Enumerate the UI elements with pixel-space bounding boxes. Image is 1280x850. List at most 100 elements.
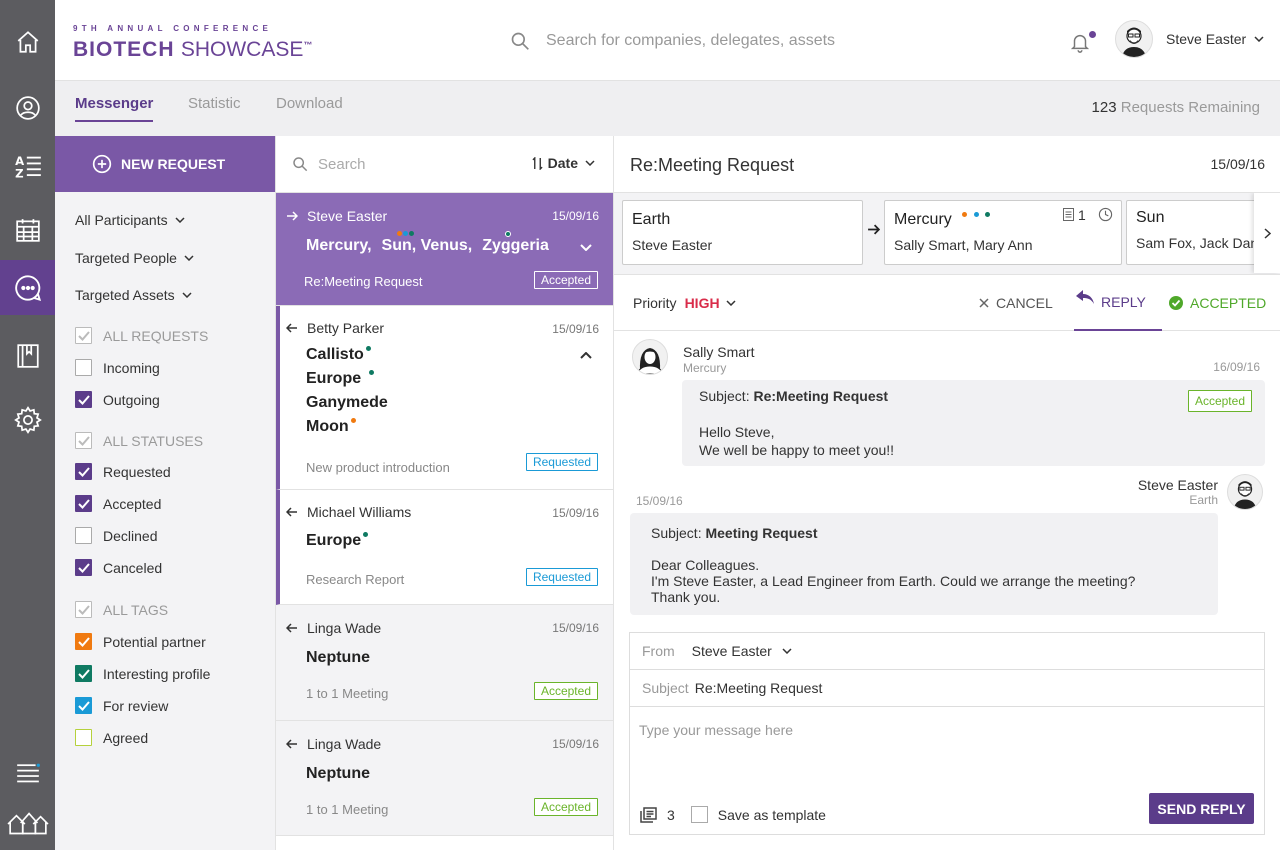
from-row[interactable]: From Steve Easter <box>630 633 1264 670</box>
detail-actions: Priority HIGH CANCEL REPLY ACCEPTED <box>614 275 1280 331</box>
reply-button[interactable]: REPLY <box>1074 275 1162 331</box>
tab-messenger[interactable]: Messenger <box>75 95 154 122</box>
list-item[interactable]: Linga Wade 15/09/16 Neptune 1 to 1 Meeti… <box>276 605 613 721</box>
potential-partner-checkbox[interactable]: Potential partner <box>75 633 206 650</box>
search-icon <box>511 32 529 50</box>
list-item-selected[interactable]: Steve Easter 15/09/16 Mercury, Sun, Venus… <box>276 193 613 306</box>
list-menu-icon[interactable] <box>0 745 55 800</box>
all-participants-dropdown[interactable]: All Participants <box>75 212 185 228</box>
a-z-icon[interactable]: AZ <box>0 138 55 193</box>
all-participants-label: All Participants <box>75 212 168 228</box>
new-request-label: NEW REQUEST <box>121 156 226 172</box>
route-name: Earth <box>632 211 671 228</box>
route-scroll-right[interactable] <box>1254 193 1280 273</box>
list-search[interactable]: Search Date <box>276 136 613 193</box>
book-icon[interactable] <box>0 328 55 383</box>
calendar-icon[interactable] <box>0 202 55 257</box>
route-name: Mercury <box>894 211 952 228</box>
save-template-checkbox[interactable] <box>690 806 708 823</box>
global-search[interactable]: Search for companies, delegates, assets <box>510 29 930 53</box>
checkbox-label: ALL REQUESTS <box>103 327 209 344</box>
home-icon[interactable] <box>0 14 55 69</box>
sort-label: Date <box>547 155 578 171</box>
planet-list: Europe <box>306 532 369 556</box>
list-item[interactable]: Betty Parker 15/09/16 Callisto Europe Ga… <box>276 306 613 490</box>
messenger-icon[interactable] <box>0 260 55 315</box>
item-subject: New product introduction <box>306 460 450 475</box>
send-reply-button[interactable]: SEND REPLY <box>1149 793 1254 824</box>
user-avatar <box>1115 20 1153 58</box>
checkbox-box <box>75 527 92 544</box>
route-name: Sun <box>1136 209 1165 226</box>
attachment-count: 3 <box>667 806 675 823</box>
main-tabs: Messenger Statistic Download 123 Request… <box>55 81 1280 136</box>
outgoing-checkbox[interactable]: Outgoing <box>75 391 160 408</box>
planet-name: Ganymede <box>306 394 388 411</box>
houses-icon[interactable] <box>0 795 55 850</box>
attachments-icon[interactable] <box>640 806 657 823</box>
list-search-input[interactable]: Search <box>318 156 366 173</box>
targeted-assets-label: Targeted Assets <box>75 287 175 303</box>
checkbox-label: ALL TAGS <box>103 601 169 618</box>
planet-list: Mercury, Sun, Venus, Zyggeria <box>306 231 559 255</box>
arrow-right-icon <box>287 211 298 221</box>
message-org: Earth <box>1189 493 1218 507</box>
chevron-down-icon[interactable] <box>580 244 592 251</box>
list-item[interactable]: Michael Williams 15/09/16 Europe Researc… <box>276 490 613 605</box>
accepted-checkbox[interactable]: Accepted <box>75 495 161 512</box>
save-template-label: Save as template <box>717 806 826 823</box>
subject-input[interactable]: Re:Meeting Request <box>695 680 823 696</box>
item-subject: 1 to 1 Meeting <box>306 802 389 817</box>
planet-list: Callisto Europe Ganymede Moon <box>306 346 388 442</box>
declined-checkbox[interactable]: Declined <box>75 527 157 544</box>
settings-gear-icon[interactable] <box>0 392 55 447</box>
subject-label: Subject: <box>651 525 702 541</box>
priority-value: HIGH <box>684 295 720 311</box>
checkbox-label: Agreed <box>103 729 149 746</box>
profile-icon[interactable] <box>0 80 55 135</box>
checkbox-label: Outgoing <box>103 391 160 408</box>
checkbox-label: Accepted <box>103 495 162 512</box>
planet-name: Zyggeria <box>482 237 549 254</box>
planet-name: Europe <box>306 532 362 549</box>
all-statuses-checkbox[interactable]: ALL STATUSES <box>75 432 203 449</box>
priority-dropdown[interactable]: Priority HIGH <box>633 295 736 311</box>
targeted-people-dropdown[interactable]: Targeted People <box>75 250 194 266</box>
subject-row[interactable]: Subject Re:Meeting Request <box>630 670 1264 707</box>
route-card-earth[interactable]: Earth Steve Easter <box>622 200 863 265</box>
message-textarea[interactable]: Type your message here <box>639 722 793 738</box>
interesting-profile-checkbox[interactable]: Interesting profile <box>75 665 210 682</box>
route-people: Sam Fox, Jack Daniel <box>1136 235 1266 251</box>
chevron-down-icon <box>585 160 595 166</box>
new-request-button[interactable]: NEW REQUEST <box>55 136 275 192</box>
chevron-up-icon[interactable] <box>580 352 592 359</box>
for-review-checkbox[interactable]: For review <box>75 697 168 714</box>
biotech-showcase-logo[interactable]: 9TH ANNUAL CONFERENCE BIOTECH SHOWCASE™ <box>73 24 313 61</box>
message-date: 16/09/16 <box>1213 360 1260 374</box>
accepted-status[interactable]: ACCEPTED <box>1169 295 1266 311</box>
all-tags-checkbox[interactable]: ALL TAGS <box>75 601 168 618</box>
nav-rail: AZ <box>0 0 55 850</box>
filters-panel: NEW REQUEST All Participants Targeted Pe… <box>55 136 275 850</box>
all-requests-checkbox[interactable]: ALL REQUESTS <box>75 327 208 344</box>
checkbox-label: Declined <box>103 527 158 544</box>
route-card-mercury[interactable]: Mercury 1 Sally Smart, Mary Ann <box>884 200 1122 265</box>
route-card-sun[interactable]: Sun Sam Fox, Jack Daniel <box>1126 200 1266 265</box>
incoming-checkbox[interactable]: Incoming <box>75 359 160 376</box>
global-search-input[interactable]: Search for companies, delegates, assets <box>546 32 835 50</box>
message-sender: Steve Easter <box>1137 477 1218 493</box>
cancel-button[interactable]: CANCEL <box>979 295 1053 311</box>
tab-download[interactable]: Download <box>276 95 343 112</box>
targeted-assets-dropdown[interactable]: Targeted Assets <box>75 287 192 303</box>
tab-statistic[interactable]: Statistic <box>188 95 241 112</box>
list-item[interactable]: Linga Wade 15/09/16 Neptune 1 to 1 Meeti… <box>276 721 613 836</box>
canceled-checkbox[interactable]: Canceled <box>75 559 162 576</box>
requested-checkbox[interactable]: Requested <box>75 463 171 480</box>
agreed-checkbox[interactable]: Agreed <box>75 729 148 746</box>
checkbox-label: Requested <box>103 463 171 480</box>
user-menu[interactable]: Steve Easter <box>1115 20 1264 58</box>
item-date: 15/09/16 <box>552 322 599 336</box>
sort-dropdown[interactable]: Date <box>532 155 595 171</box>
user-name: Steve Easter <box>1166 31 1247 47</box>
notifications-bell-icon[interactable] <box>1069 30 1091 54</box>
